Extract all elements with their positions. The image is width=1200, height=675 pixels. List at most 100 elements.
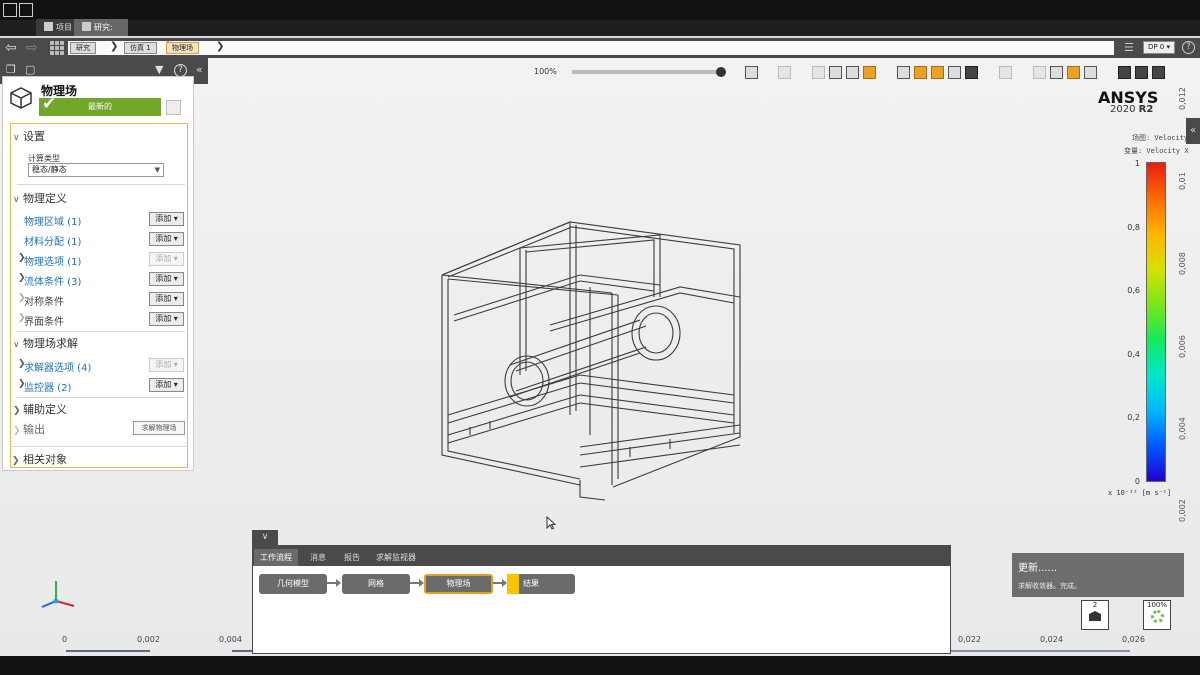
section-related[interactable]: ❯ 相关对象 bbox=[12, 451, 67, 467]
grid-view-icon[interactable] bbox=[50, 41, 64, 55]
section-physics-def[interactable]: ∨ 物理定义 bbox=[13, 190, 67, 206]
chevron-right-icon: ❯ bbox=[18, 359, 26, 369]
item-interface[interactable]: ❯ 界面条件 bbox=[18, 313, 64, 328]
tab-solve-monitor[interactable]: 求解监视器 bbox=[370, 549, 422, 566]
arrow-right-icon bbox=[493, 579, 507, 587]
section-aux-def[interactable]: ❯ 辅助定义 bbox=[13, 401, 67, 417]
message-counter[interactable]: 2 bbox=[1081, 600, 1109, 630]
physics-cube-icon bbox=[10, 87, 32, 109]
lightning-icon[interactable] bbox=[778, 66, 791, 79]
view-front-icon[interactable] bbox=[829, 66, 842, 79]
workflow-node-mesh[interactable]: 网格 bbox=[342, 574, 410, 594]
dp-selector[interactable]: DP 0 ▾ bbox=[1143, 41, 1175, 54]
tab-report[interactable]: 报告 bbox=[338, 549, 366, 566]
item-physics-region[interactable]: 物理区域 (1) bbox=[24, 213, 81, 228]
trash-icon[interactable]: ▢ bbox=[25, 64, 35, 76]
section-icon[interactable] bbox=[999, 66, 1012, 79]
notification-title: 更新...... bbox=[1018, 563, 1058, 574]
workflow-node-physics[interactable]: 物理场 bbox=[424, 574, 493, 594]
zoom-slider-handle[interactable] bbox=[716, 67, 726, 77]
light-icon[interactable] bbox=[1118, 66, 1131, 79]
tab-workflow[interactable]: 工作流程 bbox=[254, 549, 298, 566]
item-physics-options[interactable]: ❯ 物理选项 (1) bbox=[18, 253, 81, 268]
breadcrumb-item-physics[interactable]: 物理场 bbox=[166, 42, 199, 54]
display-solid-icon[interactable] bbox=[965, 66, 978, 79]
help-icon[interactable]: ? bbox=[1182, 41, 1195, 54]
filter-icon[interactable]: ▼ bbox=[155, 64, 163, 76]
legend-variable: 变量: Velocity X bbox=[1124, 147, 1189, 155]
item-symmetry[interactable]: ❯ 对称条件 bbox=[18, 293, 64, 308]
item-monitors[interactable]: ❯ 监控器 (2) bbox=[18, 379, 71, 394]
divider bbox=[17, 397, 185, 398]
window-icon[interactable] bbox=[19, 3, 33, 17]
columns-icon[interactable]: ☰ bbox=[1124, 42, 1136, 54]
axis-tick: 0 bbox=[62, 635, 68, 644]
edge-icon[interactable] bbox=[1152, 66, 1165, 79]
ruler-tick: 0,004 bbox=[1178, 417, 1187, 440]
chevron-right-icon: ❯ bbox=[18, 253, 26, 263]
workflow-collapse-button[interactable]: ∨ bbox=[252, 530, 278, 545]
display-shaded-icon[interactable] bbox=[931, 66, 944, 79]
add-button[interactable]: 添加 ▾ bbox=[149, 378, 184, 392]
lock-icon[interactable] bbox=[166, 100, 181, 115]
axis-tick: 0,004 bbox=[219, 635, 242, 644]
ruler-tick: 0,01 bbox=[1178, 172, 1187, 190]
calc-type-select[interactable]: 稳态/静态 ▼ bbox=[28, 163, 164, 177]
breadcrumb-item-study[interactable]: 研究 bbox=[70, 42, 96, 54]
forward-arrow-icon[interactable]: ⇨ bbox=[26, 40, 38, 56]
add-button[interactable]: 添加 ▾ bbox=[149, 232, 184, 246]
section-physics-solve[interactable]: ∨ 物理场求解 bbox=[13, 335, 78, 351]
axis-tick: 0,026 bbox=[1122, 635, 1145, 644]
legend-tick: 0,8 bbox=[1127, 223, 1140, 232]
workflow-node-results[interactable]: 结果 bbox=[519, 574, 575, 594]
copy-icon[interactable]: ❐ bbox=[6, 64, 16, 76]
results-marker bbox=[507, 574, 519, 594]
add-button[interactable]: 添加 ▾ bbox=[149, 272, 184, 286]
section-setup[interactable]: ∨ 设置 bbox=[13, 128, 45, 144]
display-edges-icon[interactable] bbox=[914, 66, 927, 79]
add-button[interactable]: 添加 ▾ bbox=[149, 312, 184, 326]
study-icon bbox=[82, 22, 91, 31]
breadcrumb-item-simulation[interactable]: 仿真 1 bbox=[124, 42, 157, 54]
legend-tick: 0,2 bbox=[1127, 413, 1140, 422]
add-button[interactable]: 添加 ▾ bbox=[149, 292, 184, 306]
workflow-tabbar: 工作流程 消息 报告 求解监视器 bbox=[252, 545, 951, 566]
arrow-right-icon bbox=[327, 579, 341, 587]
legend-tick: 0,4 bbox=[1127, 350, 1140, 359]
back-arrow-icon[interactable]: ⇦ bbox=[5, 40, 17, 56]
arrow-right-icon bbox=[410, 579, 424, 587]
axis-triad-icon[interactable] bbox=[36, 575, 80, 615]
section-output[interactable]: ❯ 输出 bbox=[13, 421, 45, 437]
progress-indicator[interactable]: 100% bbox=[1143, 600, 1171, 630]
select-move-icon[interactable] bbox=[1084, 66, 1097, 79]
list-icon[interactable] bbox=[3, 3, 17, 17]
workflow-node-geometry[interactable]: 几何模型 bbox=[259, 574, 327, 594]
select-face-icon[interactable] bbox=[1050, 66, 1063, 79]
add-button[interactable]: 添加 ▾ bbox=[149, 212, 184, 226]
chevron-down-icon: ∨ bbox=[13, 340, 20, 350]
zoom-slider[interactable] bbox=[572, 70, 722, 74]
solve-physics-button[interactable]: 求解物理场 bbox=[133, 421, 185, 435]
chevron-right-icon: ❯ bbox=[18, 313, 26, 323]
item-material-assign[interactable]: 材料分配 (1) bbox=[24, 233, 81, 248]
chevron-right-icon: ❯ bbox=[13, 426, 21, 436]
item-fluid-conditions[interactable]: ❯ 流体条件 (3) bbox=[18, 273, 81, 288]
display-wire-icon[interactable] bbox=[948, 66, 961, 79]
select-body-icon[interactable] bbox=[1033, 66, 1046, 79]
view-camera-icon[interactable] bbox=[863, 66, 876, 79]
line-icon[interactable] bbox=[1135, 66, 1148, 79]
view-fit-icon[interactable] bbox=[812, 66, 825, 79]
view-iso-icon[interactable] bbox=[846, 66, 859, 79]
record-icon[interactable] bbox=[745, 66, 758, 79]
wireframe-model[interactable] bbox=[430, 215, 760, 505]
divider bbox=[17, 331, 185, 332]
chevron-right-icon: ❯ bbox=[110, 41, 119, 52]
ruler-tick: 0,002 bbox=[1178, 499, 1187, 522]
select-grid-icon[interactable] bbox=[1067, 66, 1080, 79]
tab-messages[interactable]: 消息 bbox=[304, 549, 332, 566]
collapse-left-icon[interactable]: « bbox=[196, 64, 203, 76]
display-mode-icon[interactable] bbox=[897, 66, 910, 79]
legend-tick: 0 bbox=[1134, 477, 1140, 486]
tab-study[interactable]: 研究: 结果 bbox=[74, 19, 128, 49]
item-solver-options[interactable]: ❯ 求解器选项 (4) bbox=[18, 359, 91, 374]
